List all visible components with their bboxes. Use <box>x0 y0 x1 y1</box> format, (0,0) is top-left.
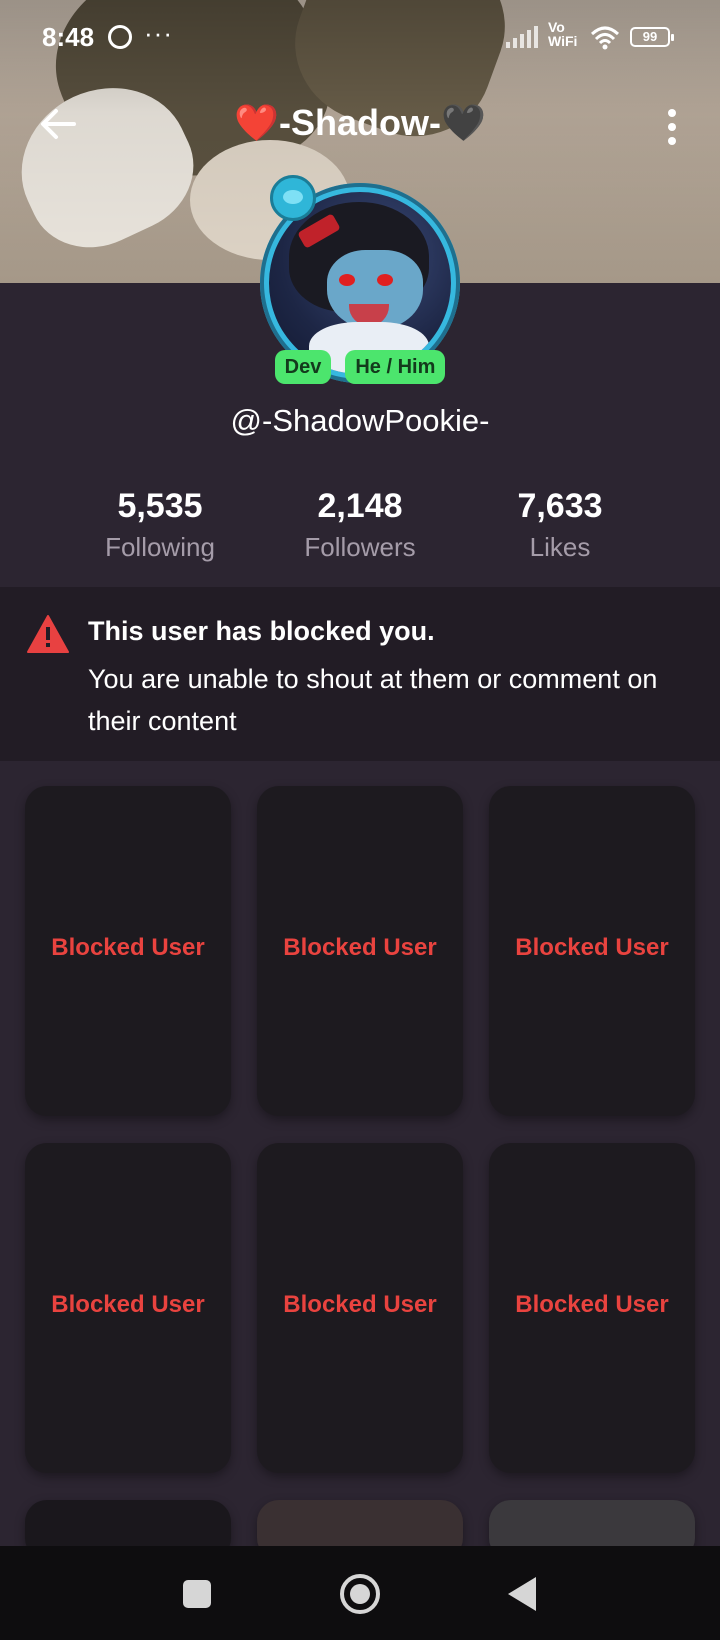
blocked-notice-text: You are unable to shout at them or comme… <box>88 664 658 736</box>
tile-label: Blocked User <box>515 1291 669 1318</box>
blocked-notice-title: This user has blocked you. <box>88 616 435 646</box>
tag-dev: Dev <box>274 350 332 384</box>
content-tile[interactable]: Blocked User <box>489 1143 695 1473</box>
profile-tags: Dev He / Him <box>0 350 720 384</box>
stat-label: Following <box>105 532 215 562</box>
stat-value: 2,148 <box>317 487 403 525</box>
more-notifications-icon: ··· <box>144 18 173 48</box>
signal-icon <box>506 26 542 48</box>
tile-label: Blocked User <box>283 1291 437 1318</box>
username-handle: @-ShadowPookie- <box>230 403 490 438</box>
wifi-icon <box>590 26 620 50</box>
content-tile[interactable]: Blocked User <box>25 786 231 1116</box>
status-time: 8:48 <box>42 22 95 52</box>
content-tile[interactable]: Blocked User <box>489 786 695 1116</box>
tile-label: Blocked User <box>283 934 437 961</box>
avatar-decoration-icon <box>270 175 316 221</box>
tile-label: Blocked User <box>51 934 205 961</box>
profile-title: ❤️-Shadow-🖤 <box>234 102 486 143</box>
content-tile[interactable]: Blocked User <box>257 786 463 1116</box>
stat-label: Likes <box>529 532 591 562</box>
stat-likes[interactable]: 7,633 Likes <box>460 486 660 566</box>
status-bar: 8:48 ··· Vo WiFi 99 <box>0 0 720 80</box>
tag-pronouns: He / Him <box>345 350 446 384</box>
content-tile[interactable]: Blocked User <box>257 1143 463 1473</box>
recents-icon[interactable] <box>183 1580 211 1608</box>
warning-icon <box>27 615 69 653</box>
vowifi-icon: Vo WiFi <box>548 19 578 49</box>
whatsapp-icon <box>108 25 132 49</box>
stat-followers[interactable]: 2,148 Followers <box>260 486 460 566</box>
more-options-icon[interactable] <box>660 106 684 146</box>
tile-label: Blocked User <box>515 934 669 961</box>
stat-label: Followers <box>304 532 416 562</box>
home-icon[interactable] <box>340 1574 380 1614</box>
battery-icon: 99 <box>630 27 674 47</box>
content-tile[interactable]: Blocked User <box>25 1143 231 1473</box>
stat-following[interactable]: 5,535 Following <box>60 486 260 566</box>
back-icon[interactable] <box>508 1577 536 1611</box>
stat-value: 5,535 <box>117 487 203 525</box>
tile-label: Blocked User <box>51 1291 205 1318</box>
stat-value: 7,633 <box>517 487 603 525</box>
profile-stats: 5,535 Following 2,148 Followers 7,633 Li… <box>60 486 660 566</box>
